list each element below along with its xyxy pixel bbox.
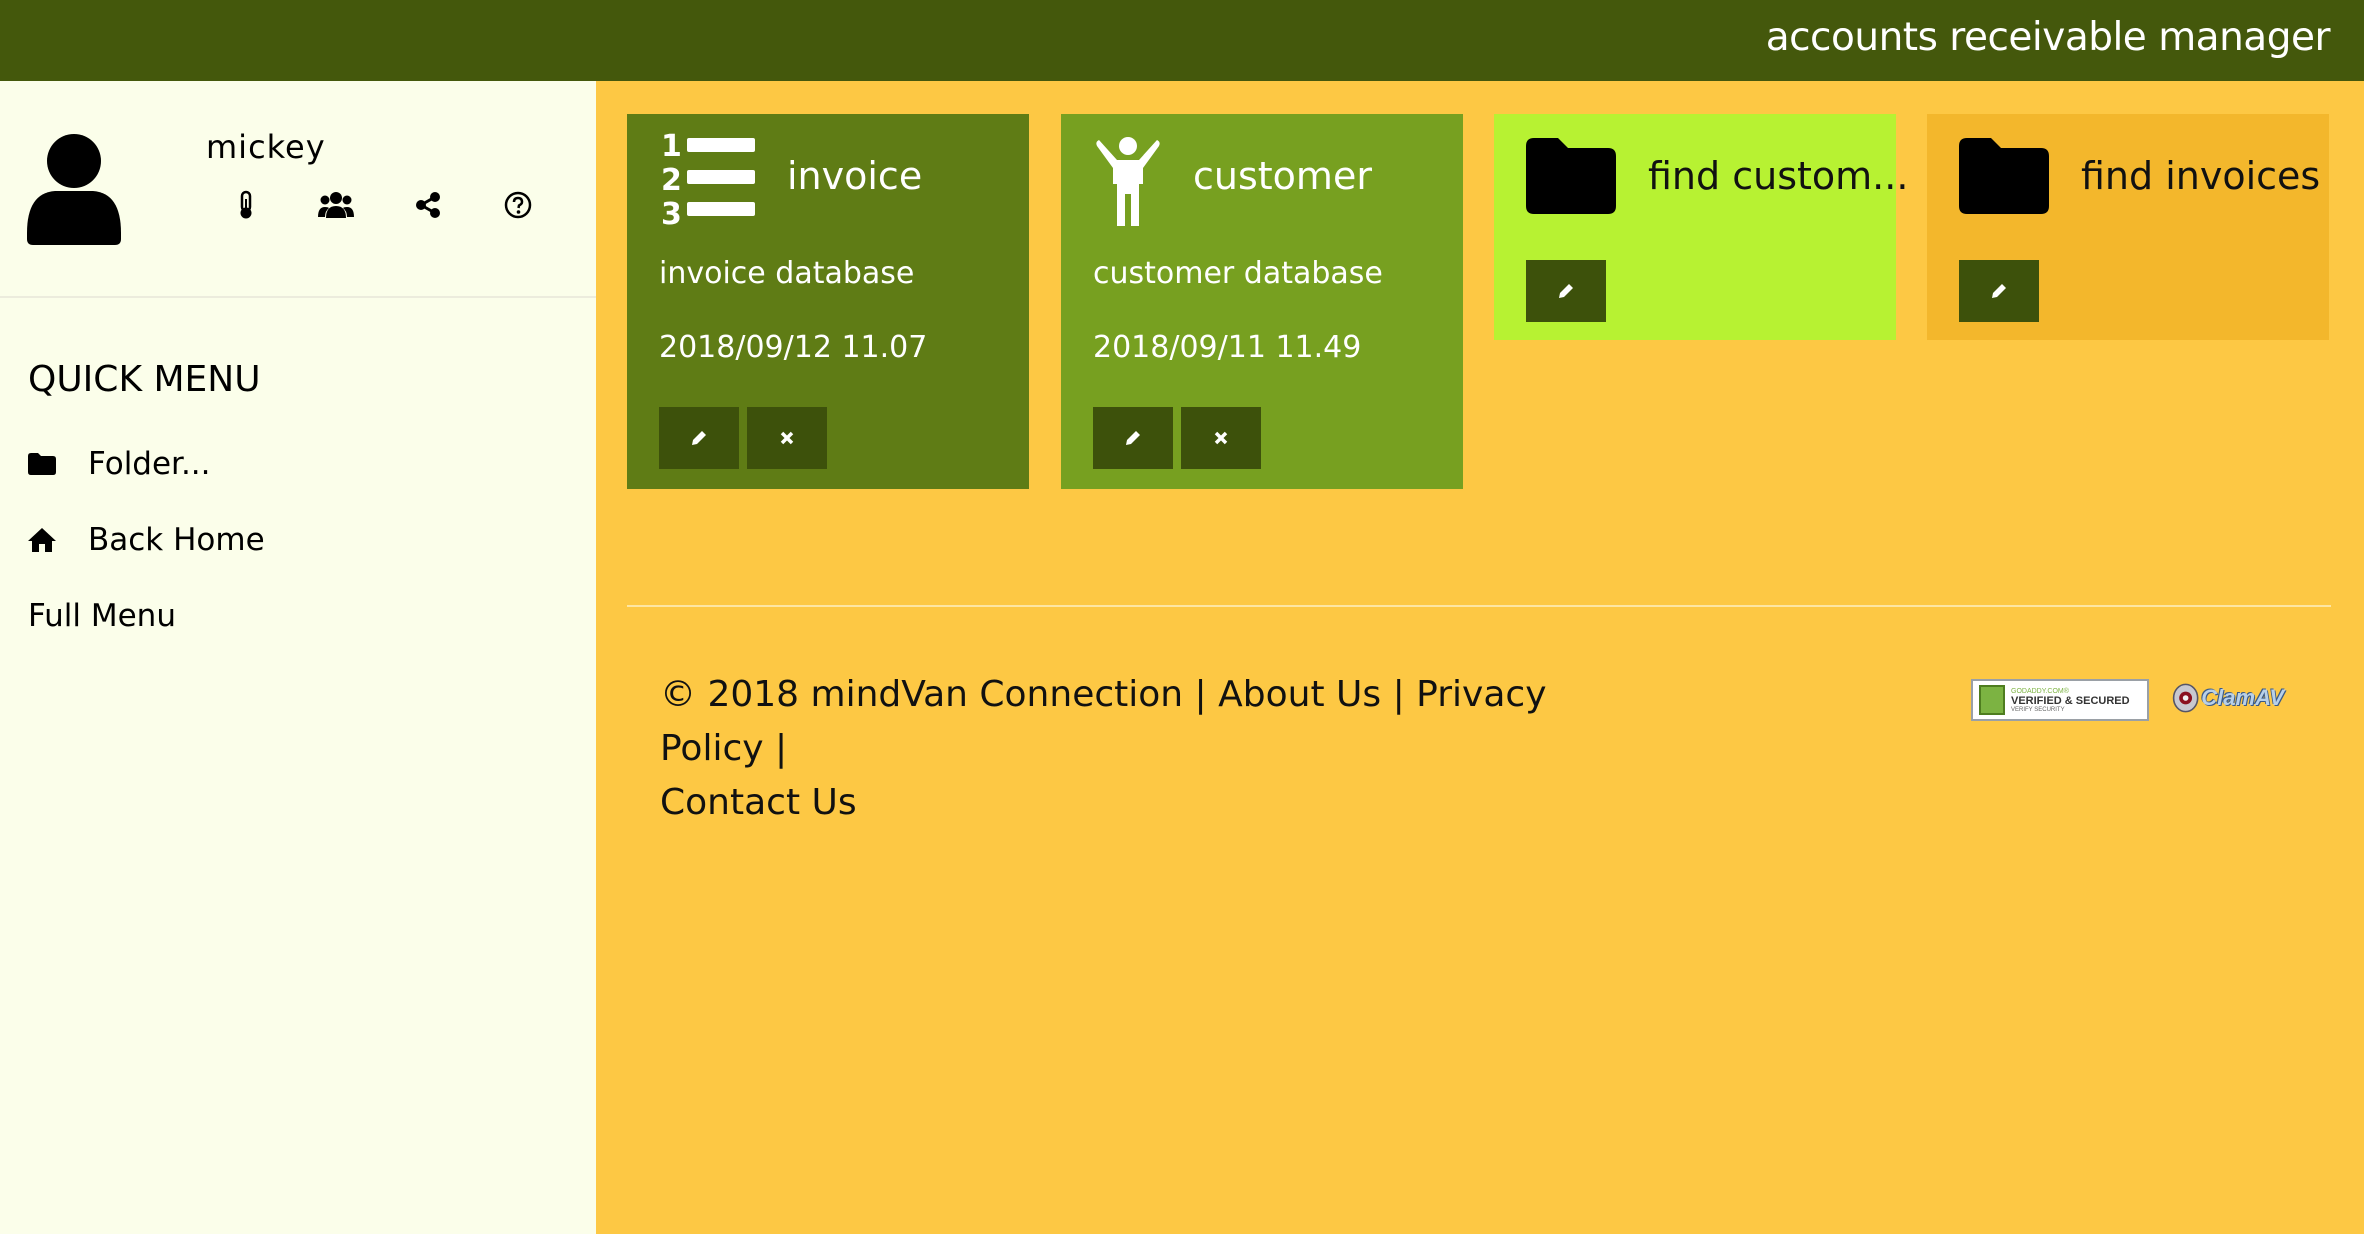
- clamav-text: ClamAV: [2201, 685, 2284, 710]
- about-us-link[interactable]: About Us: [1218, 674, 1381, 715]
- tile-title: find custom...: [1648, 154, 1909, 198]
- folder-icon: [1959, 138, 2049, 214]
- thermometer-icon[interactable]: [226, 185, 266, 225]
- footer-separator: |: [775, 728, 788, 769]
- tile-header: customer: [1061, 114, 1463, 254]
- tile-header: find custom...: [1494, 114, 1908, 254]
- copyright-text: © 2018 mindVan Connection: [660, 674, 1184, 715]
- footer-separator: |: [1392, 674, 1405, 715]
- tile-invoice[interactable]: 1 2 3 invoice invoice database 2018/09/1…: [627, 114, 1029, 489]
- quick-menu-item-label: Folder...: [88, 446, 211, 482]
- svg-text:2: 2: [661, 163, 682, 198]
- numbered-list-icon: 1 2 3: [661, 129, 755, 228]
- content-divider: [627, 605, 2331, 607]
- home-icon: [28, 526, 58, 554]
- close-icon: [780, 431, 794, 445]
- footer: © 2018 mindVan Connection | About Us | P…: [660, 668, 1660, 830]
- delete-button[interactable]: [1181, 407, 1261, 469]
- edit-button[interactable]: [1526, 260, 1606, 322]
- footer-separator: |: [1194, 674, 1207, 715]
- profile-panel: mickey: [0, 81, 596, 298]
- app-title: accounts receivable manager: [1765, 15, 2331, 60]
- edit-button[interactable]: [1959, 260, 2039, 322]
- users-icon[interactable]: [316, 185, 356, 225]
- top-bar: accounts receivable manager: [0, 0, 2364, 81]
- tile-customer[interactable]: customer customer database 2018/09/11 11…: [1061, 114, 1463, 489]
- tile-find-invoices[interactable]: find invoices: [1927, 114, 2329, 340]
- quick-menu-item-label: Back Home: [88, 522, 265, 558]
- quick-menu-item-folder[interactable]: Folder...: [28, 446, 211, 482]
- tile-title: find invoices: [2081, 154, 2321, 198]
- sidebar: mickey QUICK MENU Folder... Back Home Fu…: [0, 81, 596, 1234]
- svg-text:1: 1: [661, 129, 682, 164]
- tile-subtitle: invoice database: [659, 256, 915, 291]
- folder-icon: [28, 450, 58, 478]
- pencil-icon: [692, 431, 706, 445]
- tile-date: 2018/09/11 11.49: [1093, 330, 1362, 365]
- pencil-icon: [1992, 284, 2006, 298]
- tile-find-customers[interactable]: find custom...: [1494, 114, 1908, 340]
- folder-icon: [1526, 138, 1616, 214]
- avatar-icon[interactable]: [27, 133, 121, 245]
- tile-header: find invoices: [1927, 114, 2329, 254]
- share-icon[interactable]: [408, 185, 448, 225]
- pencil-icon: [1126, 431, 1140, 445]
- clamav-badge[interactable]: ClamAV: [2172, 672, 2284, 724]
- tile-subtitle: customer database: [1093, 256, 1383, 291]
- svg-text:3: 3: [661, 197, 682, 228]
- quick-menu-item-full-menu[interactable]: Full Menu: [28, 598, 176, 634]
- person-icon: [1096, 137, 1160, 226]
- tile-title: invoice: [787, 154, 923, 198]
- edit-button[interactable]: [659, 407, 739, 469]
- badge-line: GODADDY.COM®: [2011, 687, 2069, 695]
- quick-menu-item-label: Full Menu: [28, 598, 176, 634]
- badge-line: VERIFY SECURITY: [2011, 706, 2065, 713]
- username: mickey: [206, 128, 326, 166]
- badge-line: VERIFIED & SECURED: [2011, 694, 2130, 707]
- edit-button[interactable]: [1093, 407, 1173, 469]
- contact-us-link[interactable]: Contact Us: [660, 782, 857, 823]
- tile-title: customer: [1193, 154, 1372, 198]
- tile-date: 2018/09/12 11.07: [659, 330, 928, 365]
- close-icon: [1214, 431, 1228, 445]
- tile-header: 1 2 3 invoice: [627, 114, 1029, 254]
- godaddy-verified-badge[interactable]: GODADDY.COM® VERIFIED & SECURED VERIFY S…: [1971, 679, 2149, 721]
- help-icon[interactable]: [498, 185, 538, 225]
- clamav-logo-icon: [2172, 683, 2199, 713]
- delete-button[interactable]: [747, 407, 827, 469]
- pencil-icon: [1559, 284, 1573, 298]
- quick-menu-title: QUICK MENU: [28, 359, 261, 400]
- quick-menu-item-back-home[interactable]: Back Home: [28, 522, 265, 558]
- shield-icon: [1979, 685, 2005, 715]
